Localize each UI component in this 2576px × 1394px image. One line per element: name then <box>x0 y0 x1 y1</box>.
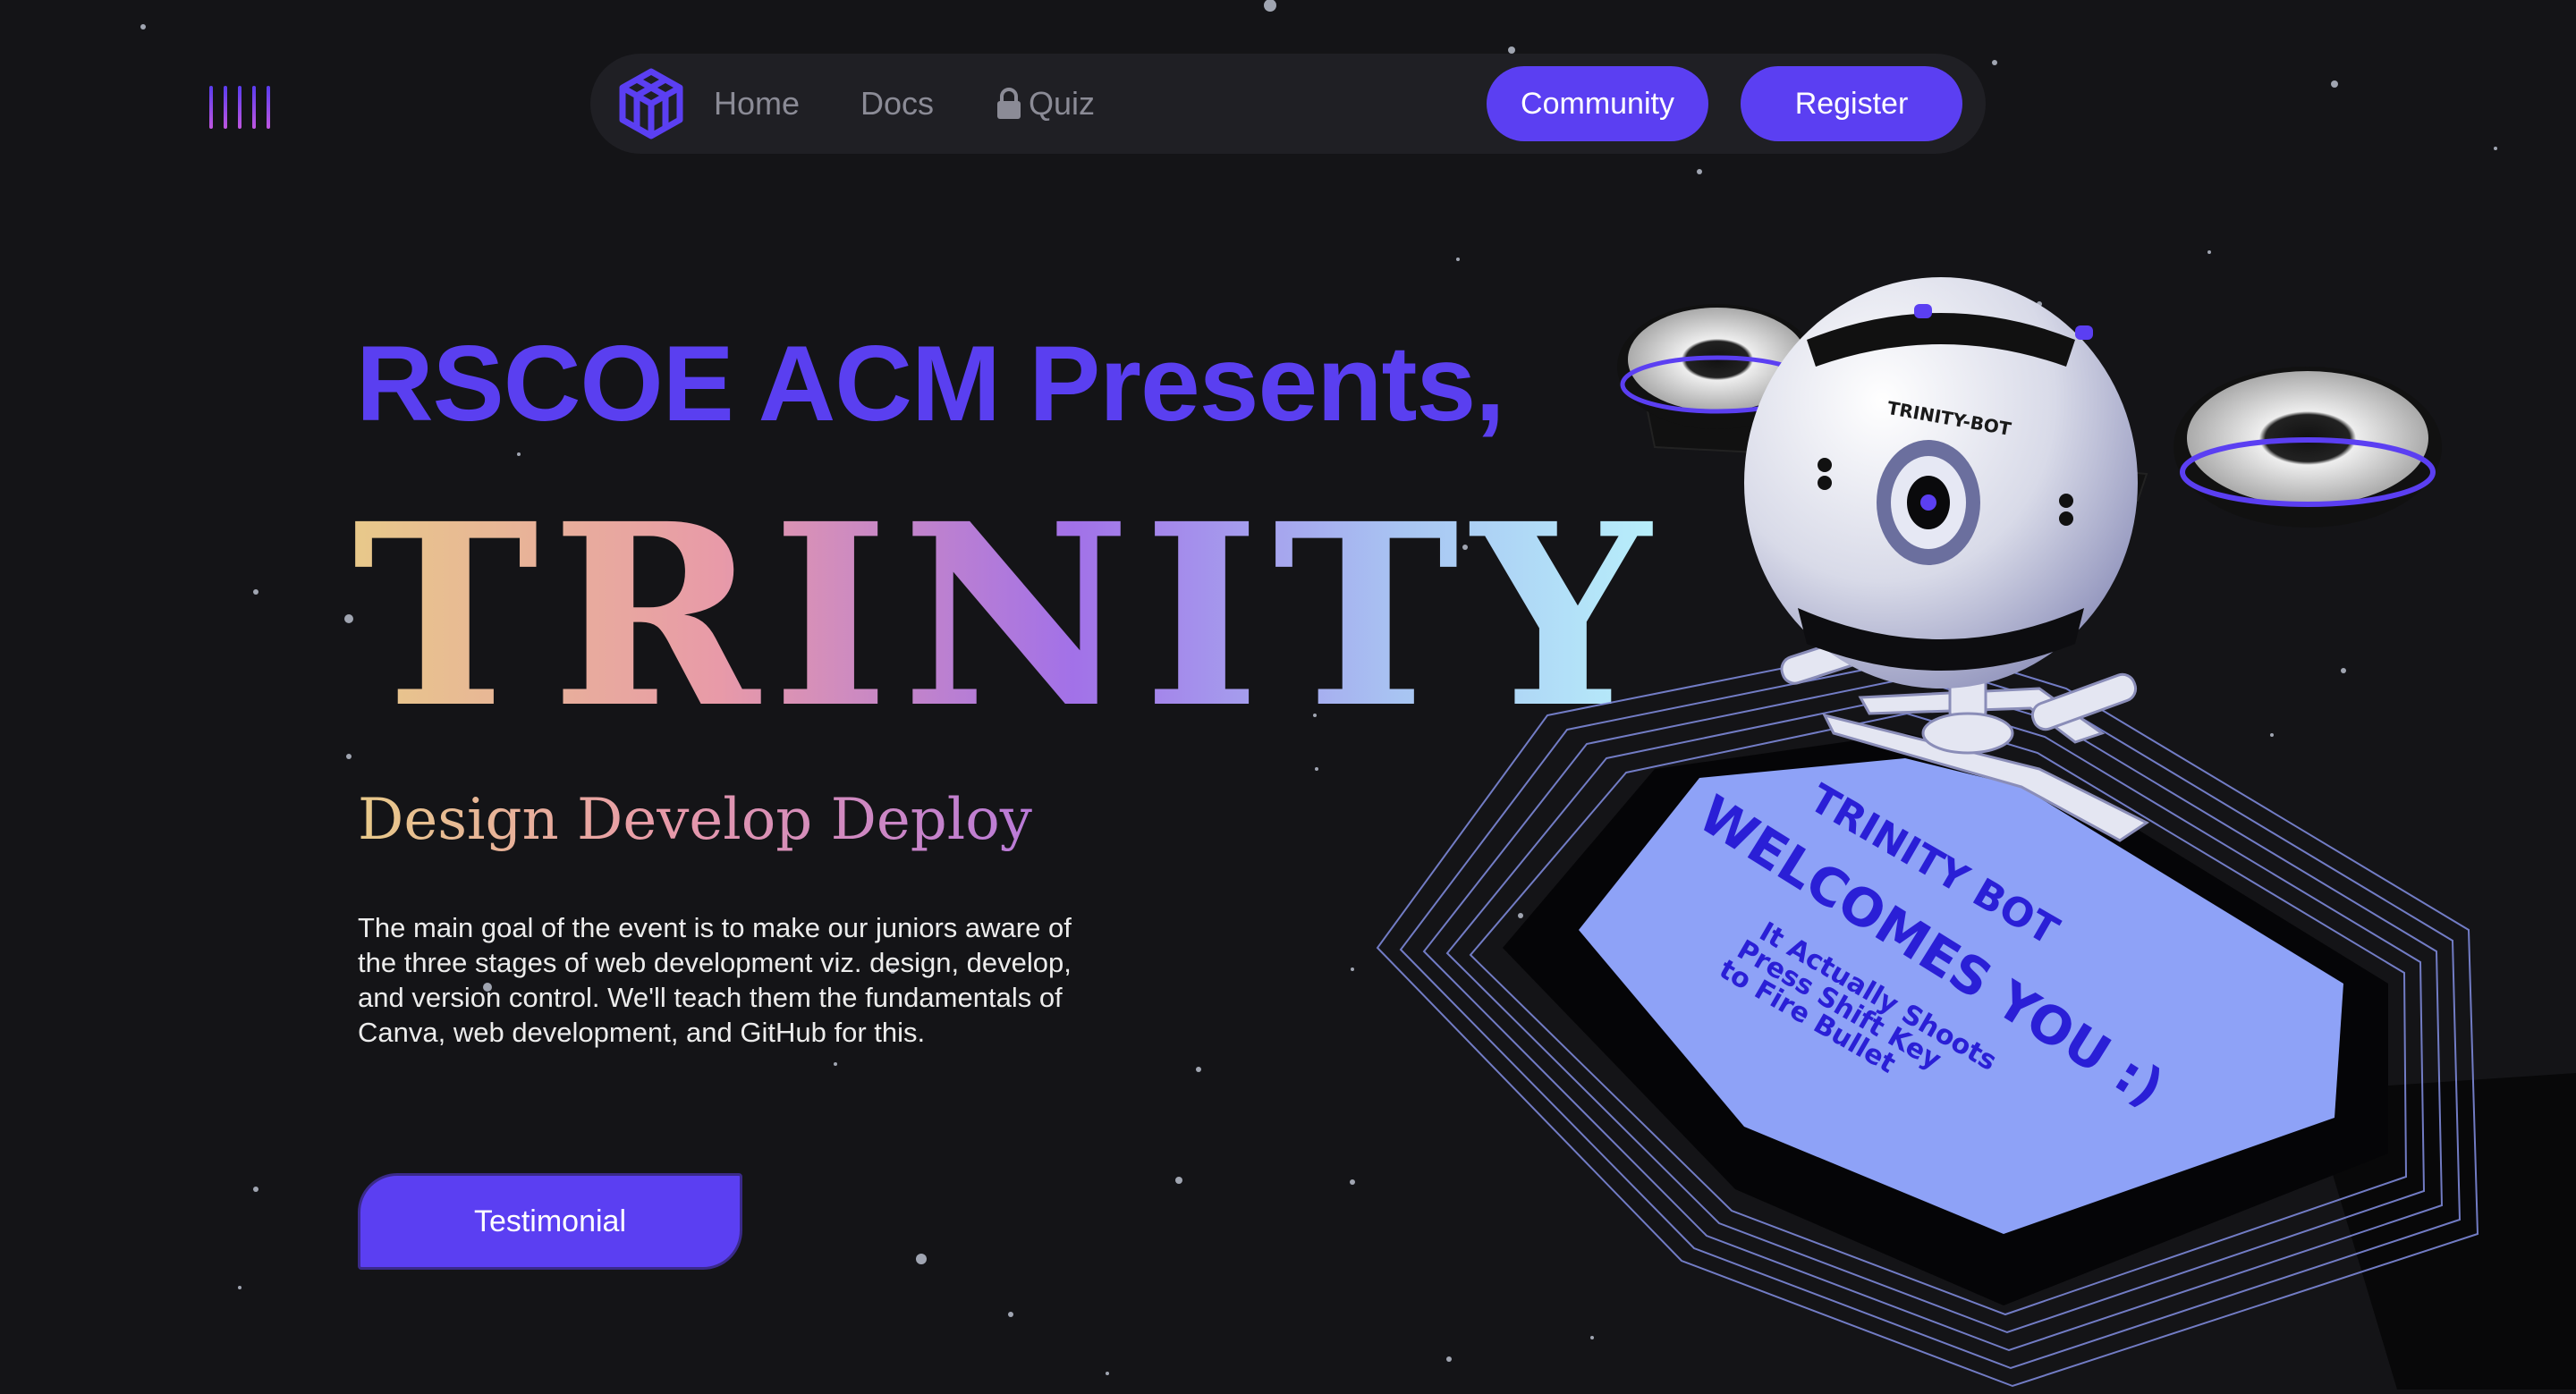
menu-bar <box>252 86 256 129</box>
community-button[interactable]: Community <box>1487 66 1708 141</box>
menu-bar <box>209 86 213 129</box>
nav-quiz-label: Quiz <box>1029 85 1096 122</box>
lock-icon <box>997 88 1021 119</box>
right-rotor <box>2174 367 2442 528</box>
register-button[interactable]: Register <box>1741 66 1962 141</box>
nav-docs-link[interactable]: Docs <box>860 54 934 154</box>
nav-home-link[interactable]: Home <box>714 54 800 154</box>
testimonial-button[interactable]: Testimonial <box>358 1173 742 1270</box>
menu-bar <box>224 86 227 129</box>
event-tagline: Design Develop Deploy <box>358 787 1032 853</box>
presents-heading: RSCOE ACM Presents, <box>356 324 1505 444</box>
menu-icon[interactable] <box>209 86 270 129</box>
acm-logo-icon[interactable] <box>614 66 689 141</box>
event-description: The main goal of the event is to make ou… <box>358 912 1072 1048</box>
nav-quiz-link[interactable]: Quiz <box>995 54 1095 154</box>
menu-bar <box>238 86 242 129</box>
bot-body: TRINITY-BOT <box>1744 277 2138 689</box>
trinity-bot-scene[interactable]: TRINITY BOT WELCOMES YOU :) It Actually … <box>1360 268 2576 1390</box>
top-nav: Home Docs Quiz Community Register <box>590 54 1986 154</box>
menu-bar <box>267 86 270 129</box>
